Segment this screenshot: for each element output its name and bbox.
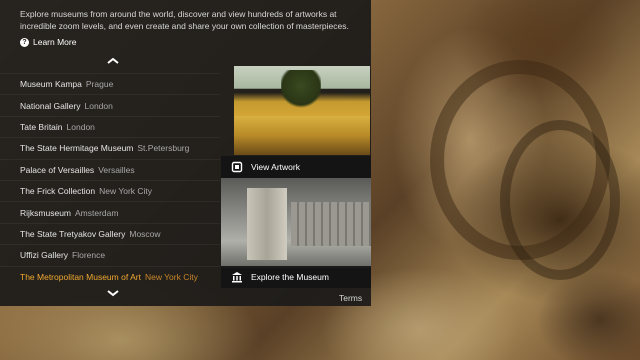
painting-detail: [500, 120, 620, 280]
explore-museum-card[interactable]: Explore the Museum: [221, 178, 371, 288]
museum-panel: Explore museums from around the world, d…: [0, 0, 371, 306]
museum-city: Prague: [85, 79, 114, 90]
question-circle-icon: ?: [20, 37, 29, 47]
museum-name: The Frick Collection: [20, 186, 96, 197]
museum-name: National Gallery: [20, 100, 81, 111]
museum-name: Rijksmuseum: [20, 207, 72, 218]
museum-city: New York City: [144, 271, 198, 282]
museum-list-item[interactable]: National Gallery London: [0, 94, 220, 115]
museum-list-item[interactable]: The State Hermitage Museum St.Petersburg: [0, 137, 220, 158]
museum-list-item[interactable]: Museum Kampa Prague: [0, 73, 220, 94]
museum-city: London: [84, 100, 113, 111]
museum-list-item[interactable]: The State Tretyakov Gallery Moscow: [0, 222, 220, 244]
museum-name: Tate Britain: [20, 121, 63, 132]
museum-name: Palace of Versailles: [20, 164, 95, 175]
museum-list-item[interactable]: Palace of Versailles Versailles: [0, 158, 220, 180]
chevron-up-icon: [107, 57, 119, 64]
frame-icon: [231, 161, 243, 173]
museum-list-item[interactable]: Rijksmuseum Amsterdam: [0, 201, 220, 222]
museum-thumbnail-wall: [291, 202, 371, 246]
scroll-up-button[interactable]: [106, 56, 120, 66]
museum-city: St.Petersburg: [137, 143, 190, 154]
explore-museum-label: Explore the Museum: [251, 272, 329, 282]
museum-list-item[interactable]: The Frick Collection New York City: [0, 179, 220, 201]
view-artwork-card[interactable]: View Artwork: [221, 66, 371, 178]
museum-list-item[interactable]: Tate Britain London: [0, 115, 220, 137]
museum-thumbnail-gate: [247, 188, 287, 260]
museum-name: Museum Kampa: [20, 79, 82, 90]
terms-link[interactable]: Terms: [339, 293, 362, 303]
museum-city: Versailles: [98, 164, 135, 175]
museum-city: London: [66, 121, 95, 132]
museum-name: Uffizi Gallery: [20, 250, 69, 261]
museum-name: The State Hermitage Museum: [20, 143, 134, 154]
explore-museum-bar: Explore the Museum: [221, 266, 371, 288]
museum-list: Museum Kampa Prague National Gallery London…: [0, 73, 220, 287]
museum-city: Florence: [72, 250, 106, 261]
learn-more-label: Learn More: [33, 37, 77, 47]
intro-text: Explore museums from around the world, d…: [20, 9, 349, 31]
museum-name: The State Tretyakov Gallery: [20, 228, 126, 239]
artwork-thumbnail-field: [234, 116, 370, 155]
museum-city: New York City: [99, 186, 153, 197]
museum-list-item[interactable]: Uffizi Gallery Florence: [0, 244, 220, 265]
view-artwork-bar: View Artwork: [221, 156, 371, 178]
building-icon: [232, 272, 242, 283]
view-artwork-label: View Artwork: [251, 162, 300, 172]
learn-more-link[interactable]: ? Learn More: [20, 36, 76, 48]
museum-list-item[interactable]: The Metropolitan Museum of Art New York C…: [0, 265, 220, 287]
scroll-down-button[interactable]: [106, 288, 120, 298]
museum-city: Moscow: [129, 228, 161, 239]
chevron-down-icon: [107, 290, 119, 297]
museum-name: The Metropolitan Museum of Art: [20, 271, 141, 282]
artwork-thumbnail-tree: [281, 70, 321, 110]
museum-city: Amsterdam: [75, 207, 119, 218]
